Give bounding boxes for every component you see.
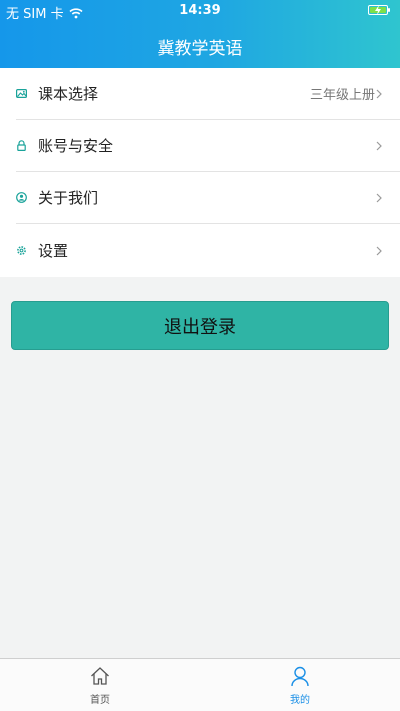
- header: 无 SIM 卡 14:39 冀教学英语: [0, 0, 400, 68]
- chevron-right-icon: [376, 141, 382, 150]
- tab-home[interactable]: 首页: [70, 665, 130, 706]
- menu-item-settings[interactable]: 设置: [16, 224, 400, 277]
- image-icon: [16, 89, 27, 98]
- menu-item-label: 课本选择: [38, 85, 99, 103]
- menu-item-account-security[interactable]: 账号与安全: [16, 120, 400, 172]
- chevron-right-icon: [376, 89, 382, 98]
- chevron-right-icon: [376, 193, 382, 202]
- tab-bar: 首页 我的: [0, 658, 400, 711]
- menu-item-about-us[interactable]: 关于我们: [16, 172, 400, 224]
- settings-menu: 课本选择 三年级上册 账号与安全 关于我们 设置: [0, 68, 400, 277]
- textbook-value: 三年级上册: [309, 88, 375, 103]
- lock-icon: [17, 140, 26, 151]
- menu-item-label: 设置: [38, 242, 69, 260]
- page-title: 冀教学英语: [157, 39, 243, 59]
- tab-label: 首页: [90, 695, 110, 706]
- gear-icon: [17, 246, 26, 255]
- menu-item-label: 关于我们: [38, 189, 99, 207]
- user-circle-icon: [16, 192, 27, 203]
- person-icon: [291, 666, 309, 687]
- chevron-right-icon: [376, 246, 382, 255]
- tab-mine[interactable]: 我的: [270, 665, 330, 706]
- tab-label: 我的: [290, 695, 310, 706]
- battery-icon: [368, 5, 390, 15]
- status-bar: 无 SIM 卡 14:39: [0, 0, 400, 22]
- menu-item-textbook[interactable]: 课本选择 三年级上册: [16, 68, 400, 120]
- status-time: 14:39: [179, 3, 221, 18]
- logout-button[interactable]: 退出登录: [11, 301, 389, 350]
- home-icon: [91, 667, 109, 685]
- menu-item-label: 账号与安全: [38, 137, 114, 155]
